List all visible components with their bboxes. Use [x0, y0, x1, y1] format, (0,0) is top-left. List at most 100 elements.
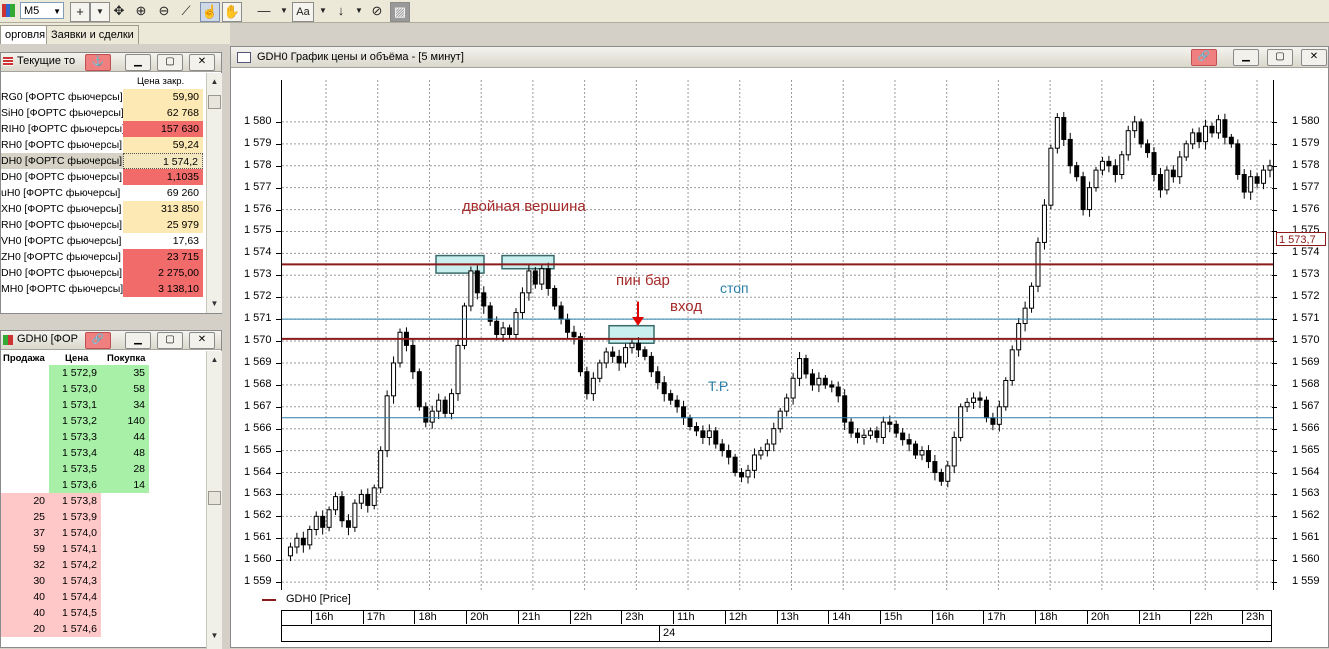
link-icon[interactable]: 🔗 — [85, 332, 111, 349]
quote-row[interactable]: MH0 [ФОРТС фьючерсы] 3 138,10 — [1, 281, 206, 297]
bid-row[interactable]: 1 573,2 140 — [1, 413, 206, 429]
quote-row[interactable]: SiH0 [ФОРТС фьючерсы] 62 768 — [1, 105, 206, 121]
text-dropdown[interactable]: ▼ — [314, 2, 332, 20]
bid-row[interactable]: 1 573,5 28 — [1, 461, 206, 477]
quote-row[interactable]: ZH0 [ФОРТС фьючерсы] 23 715 — [1, 249, 206, 265]
zoom-in-icon[interactable]: ⊕ — [132, 2, 150, 20]
bid-row[interactable]: 1 573,4 48 — [1, 445, 206, 461]
candle-down — [648, 355, 654, 373]
scroll-up-icon[interactable]: ▲ — [208, 353, 221, 366]
x-tick-label: 17h — [987, 611, 1006, 623]
scroll-thumb[interactable] — [208, 95, 221, 109]
sell-qty: 40 — [1, 589, 49, 605]
quote-row[interactable]: XH0 [ФОРТС фьючерсы] 313 850 — [1, 201, 206, 217]
scroll-down-icon[interactable]: ▼ — [208, 297, 221, 310]
candle-up — [500, 327, 506, 335]
candle-down — [1235, 143, 1241, 176]
bid-row[interactable]: 1 573,0 58 — [1, 381, 206, 397]
y-tick-mark — [276, 384, 281, 386]
ruler-icon[interactable]: ⟋ — [177, 2, 195, 20]
hand-grab-icon[interactable]: ✋ — [222, 2, 242, 22]
hide-icon[interactable]: ⊘ — [368, 2, 386, 20]
quotes-scrollbar[interactable]: ▲ ▼ — [206, 73, 222, 313]
candle-up — [449, 393, 455, 414]
timeframe-select[interactable]: M5 ▼ — [20, 2, 64, 19]
level-price: 1 573,5 — [49, 461, 101, 477]
ask-row[interactable]: 59 1 574,1 — [1, 541, 206, 557]
tab-orders-deals[interactable]: Заявки и сделки — [46, 25, 139, 44]
y-tick-label-left: 1 567 — [244, 399, 272, 412]
bid-row[interactable]: 1 573,3 44 — [1, 429, 206, 445]
line-icon[interactable]: — — [255, 2, 273, 20]
zoom-out-icon[interactable]: ⊖ — [155, 2, 173, 20]
price-chart[interactable] — [281, 80, 1274, 590]
eraser-icon[interactable]: ▨ — [390, 2, 410, 22]
quote-row[interactable]: RH0 [ФОРТС фьючерсы] 25 979 — [1, 217, 206, 233]
chart-type-icon[interactable] — [2, 4, 15, 17]
link-icon[interactable]: 🔗 — [1191, 49, 1217, 66]
quote-row[interactable]: DH0 [ФОРТС фьючерсы] 2 275,00 — [1, 265, 206, 281]
quote-row[interactable]: RIH0 [ФОРТС фьючерсы] 157 630 — [1, 121, 206, 137]
x-tick-label: 21h — [521, 611, 541, 623]
x-tick-label: 18h — [418, 611, 437, 623]
minimize-button[interactable]: ▁ — [125, 54, 151, 71]
minimize-button[interactable]: ▁ — [125, 332, 151, 349]
scroll-down-icon[interactable]: ▼ — [208, 629, 221, 642]
arrow-down-icon[interactable]: ↓ — [332, 2, 350, 20]
buy-qty — [101, 589, 149, 605]
crosshair-dropdown[interactable]: ▼ — [90, 2, 110, 22]
quote-close-price: 1 574,2 — [123, 153, 203, 169]
candle-down — [655, 371, 661, 384]
quote-row[interactable]: RG0 [ФОРТС фьючерсы] 59,90 — [1, 89, 206, 105]
candle-up — [1009, 349, 1015, 381]
move-icon[interactable]: ✥ — [110, 2, 128, 20]
close-button[interactable]: ✕ — [1301, 49, 1327, 66]
ask-row[interactable]: 30 1 574,3 — [1, 573, 206, 589]
candle-up — [1054, 117, 1060, 149]
quote-row[interactable]: RH0 [ФОРТС фьючерсы] 59,24 — [1, 137, 206, 153]
ask-row[interactable]: 37 1 574,0 — [1, 525, 206, 541]
maximize-button[interactable]: ▢ — [157, 332, 183, 349]
crosshair-icon[interactable]: + — [70, 2, 90, 22]
quote-row[interactable]: VH0 [ФОРТС фьючерсы] 17,63 — [1, 233, 206, 249]
ask-row[interactable]: 32 1 574,2 — [1, 557, 206, 573]
quote-row[interactable]: uH0 [ФОРТС фьючерсы] 69 260 — [1, 185, 206, 201]
minimize-button[interactable]: ▁ — [1233, 49, 1259, 66]
x-tick-label: 13h — [780, 611, 799, 623]
orderbook-scrollbar[interactable]: ▲ ▼ — [206, 351, 222, 649]
bid-row[interactable]: 1 573,1 34 — [1, 397, 206, 413]
x-tick-separator — [1035, 610, 1037, 624]
ask-row[interactable]: 20 1 574,6 — [1, 621, 206, 637]
ask-row[interactable]: 25 1 573,9 — [1, 509, 206, 525]
bid-row[interactable]: 1 573,6 14 — [1, 477, 206, 493]
candle-up — [996, 406, 1002, 425]
quote-row[interactable]: DH0 [ФОРТС фьючерсы] 1 574,2 — [1, 153, 206, 169]
line-dropdown[interactable]: ▼ — [275, 2, 293, 20]
scroll-thumb[interactable] — [208, 491, 221, 505]
scroll-up-icon[interactable]: ▲ — [208, 75, 221, 88]
tab-trading[interactable]: орговля — [0, 25, 51, 44]
close-button[interactable]: ✕ — [189, 54, 215, 71]
maximize-button[interactable]: ▢ — [1267, 49, 1293, 66]
x-tick-separator — [311, 610, 312, 624]
ask-row[interactable]: 20 1 573,8 — [1, 493, 206, 509]
close-button[interactable]: ✕ — [189, 332, 215, 349]
maximize-button[interactable]: ▢ — [157, 54, 183, 71]
hand-pointer-icon[interactable]: ☝ — [200, 2, 220, 22]
x-tick-separator — [776, 610, 778, 624]
quote-close-price: 25 979 — [123, 217, 203, 233]
arrow-dropdown[interactable]: ▼ — [350, 2, 368, 20]
ask-row[interactable]: 40 1 574,4 — [1, 589, 206, 605]
ask-row[interactable]: 40 1 574,5 — [1, 605, 206, 621]
x-tick-separator — [621, 610, 623, 624]
text-label-icon[interactable]: Aa — [292, 2, 314, 22]
candle-down — [494, 320, 500, 335]
level-price: 1 573,9 — [49, 509, 101, 525]
level-price: 1 573,6 — [49, 477, 101, 493]
quote-row[interactable]: DH0 [ФОРТС фьючерсы] 1,1035 — [1, 169, 206, 185]
sell-qty: 20 — [1, 493, 49, 509]
candle-up — [1190, 132, 1196, 145]
anchor-icon[interactable]: ⚓ — [85, 54, 111, 71]
y-tick-label-left: 1 565 — [244, 443, 272, 456]
bid-row[interactable]: 1 572,9 35 — [1, 365, 206, 381]
